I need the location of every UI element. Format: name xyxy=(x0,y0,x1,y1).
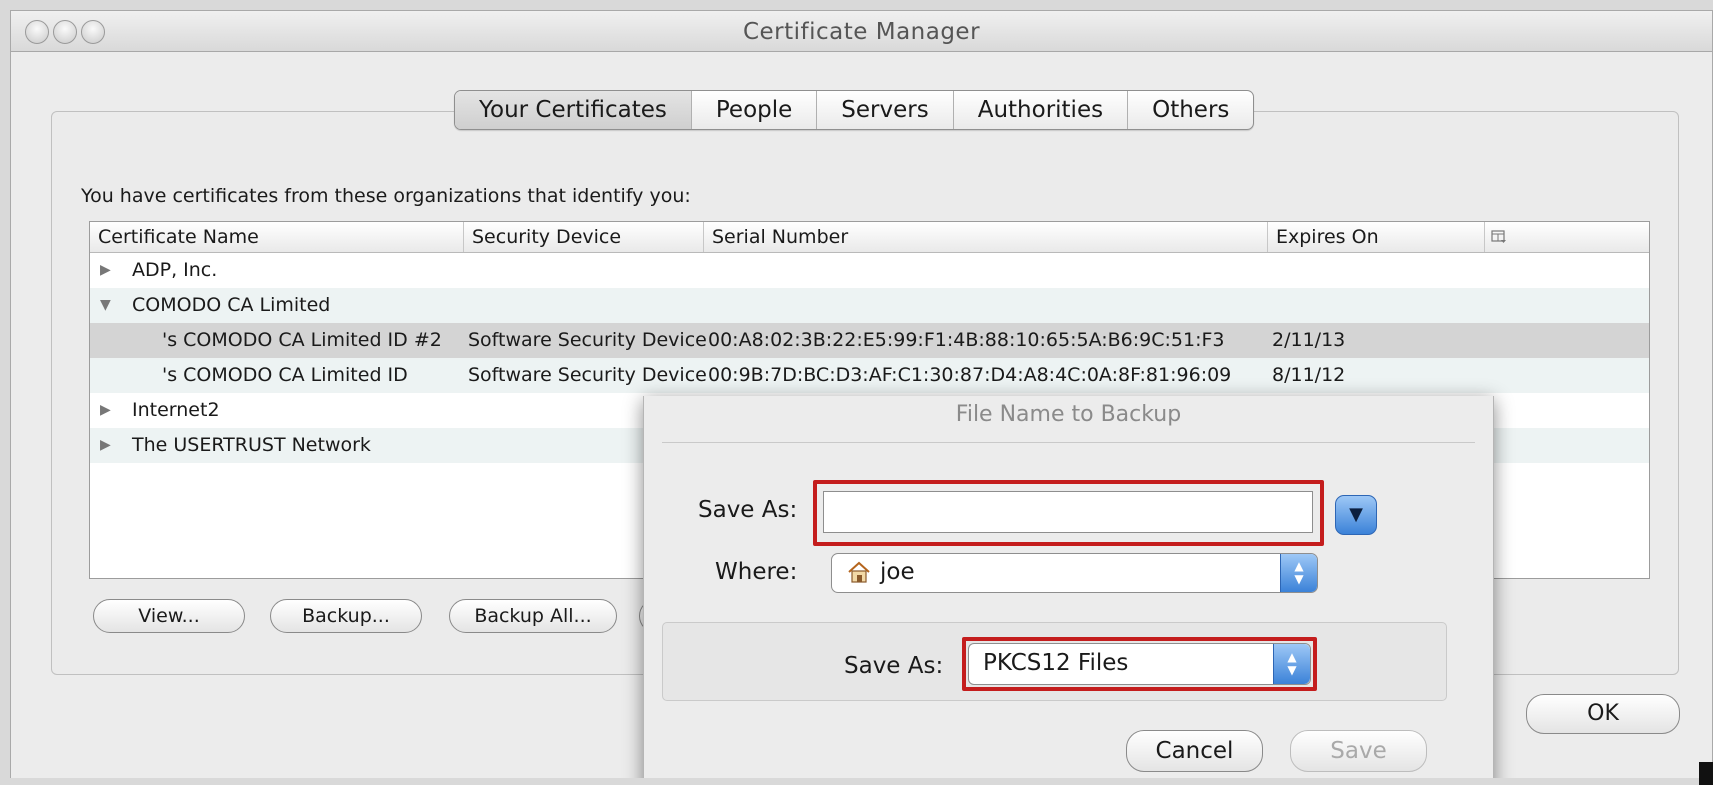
column-header-security-device[interactable]: Security Device xyxy=(464,222,704,252)
serial-number: 00:9B:7D:BC:D3:AF:C1:30:87:D4:A8:4C:0A:8… xyxy=(708,364,1232,386)
tab-people[interactable]: People xyxy=(690,91,816,129)
table-row[interactable]: ▼ COMODO CA Limited xyxy=(90,288,1649,323)
where-popup[interactable]: joe ▲ ▼ xyxy=(831,553,1318,593)
column-header-serial-number[interactable]: Serial Number xyxy=(704,222,1268,252)
certificate-name: Internet2 xyxy=(132,399,220,421)
column-header-certificate-name[interactable]: Certificate Name xyxy=(90,222,464,252)
ok-button[interactable]: OK xyxy=(1526,694,1680,734)
expand-dialog-button[interactable]: ▼ xyxy=(1335,495,1377,535)
save-button[interactable]: Save xyxy=(1290,730,1427,772)
window-title: Certificate Manager xyxy=(742,19,981,45)
certificate-name: 's COMODO CA Limited ID #2 xyxy=(162,329,442,351)
tab-others[interactable]: Others xyxy=(1127,91,1253,129)
expires-on: 8/11/12 xyxy=(1272,364,1346,386)
table-header: Certificate Name Security Device Serial … xyxy=(90,222,1649,253)
dialog-title: File Name to Backup xyxy=(955,402,1182,427)
expand-triangle-icon[interactable]: ▶ xyxy=(100,428,111,463)
expires-on: 2/11/13 xyxy=(1272,329,1346,351)
column-picker-icon[interactable] xyxy=(1485,222,1515,252)
format-label: Save As: xyxy=(844,653,944,679)
expand-triangle-icon[interactable]: ▶ xyxy=(100,253,111,288)
security-device: Software Security Device xyxy=(468,364,707,386)
security-device: Software Security Device xyxy=(468,329,707,351)
tab-your-certificates[interactable]: Your Certificates xyxy=(455,91,691,129)
column-header-expires-on[interactable]: Expires On xyxy=(1268,222,1485,252)
view-button[interactable]: View... xyxy=(93,599,245,633)
certificate-name: ADP, Inc. xyxy=(132,259,218,281)
backup-button[interactable]: Backup... xyxy=(270,599,422,633)
title-bar: Certificate Manager xyxy=(11,11,1712,52)
resize-grip-icon[interactable] xyxy=(1699,762,1713,785)
popup-arrows-icon: ▲ ▼ xyxy=(1280,554,1317,592)
home-folder-icon xyxy=(846,560,872,590)
save-as-input[interactable] xyxy=(823,491,1313,533)
tab-bar: Your Certificates People Servers Authori… xyxy=(454,90,1255,130)
cancel-button[interactable]: Cancel xyxy=(1126,730,1263,772)
popup-arrows-icon: ▲ ▼ xyxy=(1273,644,1310,684)
backup-all-button[interactable]: Backup All... xyxy=(449,599,617,633)
tab-servers[interactable]: Servers xyxy=(816,91,952,129)
certificate-name: The USERTRUST Network xyxy=(132,434,371,456)
dialog-divider xyxy=(662,442,1475,443)
expand-triangle-icon[interactable]: ▶ xyxy=(100,393,111,428)
certificate-manager-window: Certificate Manager Your Certificates Pe… xyxy=(10,10,1713,778)
disclosure-arrow-icon: ▼ xyxy=(1349,504,1363,525)
backup-file-dialog: File Name to Backup Save As: ▼ Where: jo… xyxy=(643,396,1494,778)
table-row[interactable]: ▶ ADP, Inc. xyxy=(90,253,1649,288)
table-row[interactable]: 's COMODO CA Limited ID Software Securit… xyxy=(90,358,1649,393)
certificate-name: 's COMODO CA Limited ID xyxy=(162,364,408,386)
save-as-label: Save As: xyxy=(698,497,798,523)
where-label: Where: xyxy=(715,559,798,585)
intro-text: You have certificates from these organiz… xyxy=(81,185,691,207)
format-value: PKCS12 Files xyxy=(983,650,1129,676)
serial-number: 00:A8:02:3B:22:E5:99:F1:4B:88:10:65:5A:B… xyxy=(708,329,1225,351)
collapse-triangle-icon[interactable]: ▼ xyxy=(100,288,111,323)
tab-authorities[interactable]: Authorities xyxy=(952,91,1127,129)
certificate-name: COMODO CA Limited xyxy=(132,294,331,316)
file-format-popup[interactable]: PKCS12 Files ▲ ▼ xyxy=(968,643,1311,685)
table-row[interactable]: 's COMODO CA Limited ID #2 Software Secu… xyxy=(90,323,1649,358)
where-value: joe xyxy=(880,559,915,585)
